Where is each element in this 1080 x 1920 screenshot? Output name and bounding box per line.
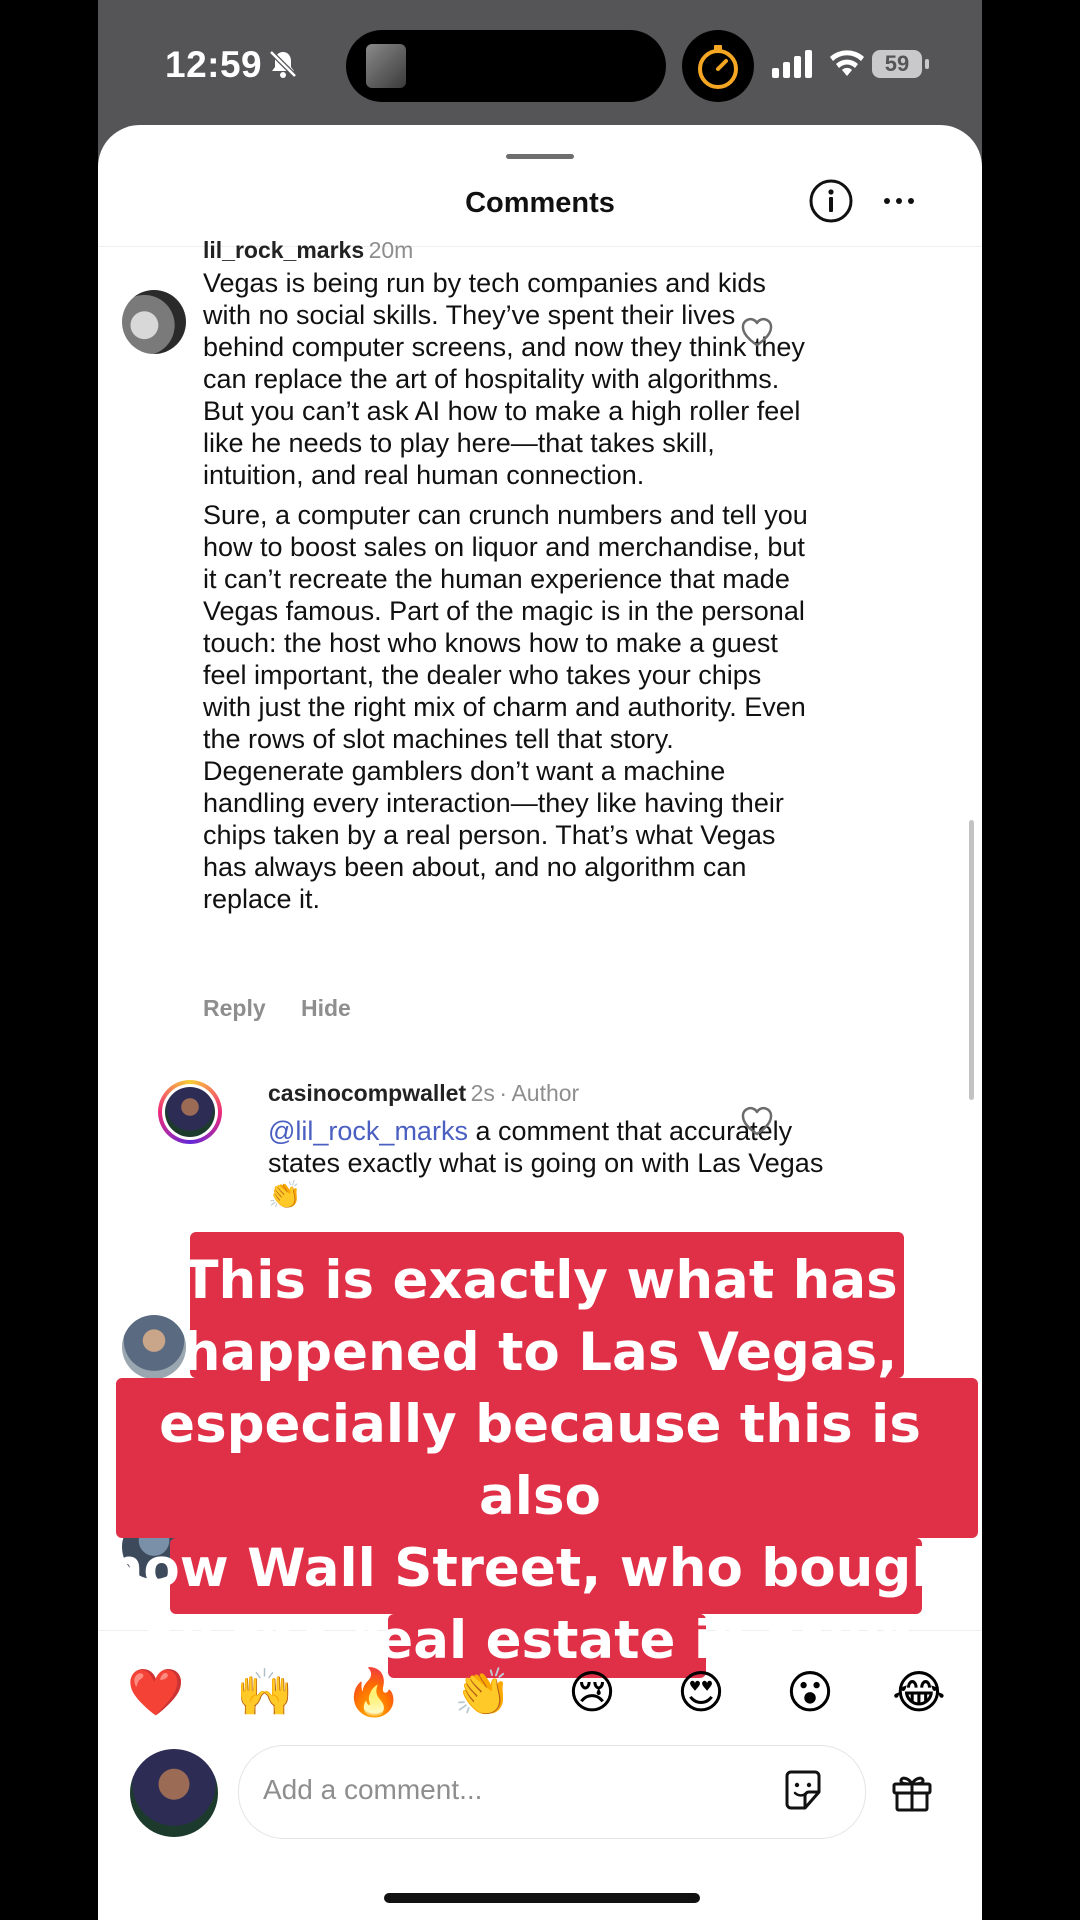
comment-line: has always been about, and no algorithm … bbox=[203, 852, 747, 882]
reply-separator: · bbox=[499, 1080, 507, 1106]
comment-line: handling every interaction—they like hav… bbox=[203, 788, 784, 818]
reaction-raised-hands[interactable]: 🙌 bbox=[233, 1660, 297, 1724]
author-avatar[interactable] bbox=[158, 1080, 222, 1144]
comment-body: Vegas is being run by tech companies and… bbox=[203, 267, 903, 915]
quick-reactions-bar: ❤️ 🙌 🔥 👏 😢 😍 😮 😂 bbox=[98, 1660, 982, 1724]
wifi-icon bbox=[830, 50, 864, 76]
caption-line: especially because this is also bbox=[159, 1394, 921, 1527]
comment-line: behind computer screens, and now they th… bbox=[203, 332, 805, 362]
heart-icon[interactable] bbox=[740, 1105, 774, 1137]
reaction-crying[interactable]: 😢 bbox=[560, 1660, 624, 1724]
caption-line: This is exactly what has bbox=[182, 1250, 898, 1311]
comment-line: chips taken by a real person. That’s wha… bbox=[203, 820, 776, 850]
stopwatch-icon bbox=[698, 45, 738, 89]
comment-line: with no social skills. They’ve spent the… bbox=[203, 300, 736, 330]
video-thumbnail bbox=[366, 44, 406, 88]
dynamic-island bbox=[346, 30, 666, 102]
current-user-avatar bbox=[130, 1749, 218, 1837]
comment-line: it can’t recreate the human experience t… bbox=[203, 564, 790, 594]
scrollbar[interactable] bbox=[969, 820, 974, 1100]
comment-line: the rows of slot machines tell that stor… bbox=[203, 724, 674, 754]
reaction-laughing[interactable]: 😂 bbox=[887, 1660, 951, 1724]
author-badge: Author bbox=[511, 1080, 580, 1106]
comment-header: lil_rock_marks 20m bbox=[203, 237, 413, 264]
reply-username[interactable]: casinocompwallet bbox=[268, 1080, 466, 1106]
sheet-grabber[interactable] bbox=[506, 154, 574, 159]
reaction-heart-eyes[interactable]: 😍 bbox=[669, 1660, 733, 1724]
bell-muted-icon bbox=[269, 50, 297, 78]
comment-line: replace it. bbox=[203, 884, 321, 914]
mention-link[interactable]: @lil_rock_marks bbox=[268, 1116, 468, 1146]
reaction-surprised[interactable]: 😮 bbox=[778, 1660, 842, 1724]
comment-line: intuition, and real human connection. bbox=[203, 460, 645, 490]
comment-paragraph-1: Vegas is being run by tech companies and… bbox=[203, 267, 903, 491]
reaction-clap[interactable]: 👏 bbox=[451, 1660, 515, 1724]
comment-username[interactable]: lil_rock_marks bbox=[203, 237, 364, 263]
avatar[interactable] bbox=[122, 290, 186, 354]
reaction-heart[interactable]: ❤️ bbox=[124, 1660, 188, 1724]
status-time: 12:59 bbox=[165, 44, 263, 85]
gift-icon[interactable] bbox=[888, 1767, 936, 1815]
comment-input[interactable]: Add a comment... bbox=[238, 1745, 866, 1839]
battery-tip bbox=[925, 59, 929, 69]
more-icon[interactable] bbox=[882, 187, 916, 215]
comment-line: Degenerate gamblers don’t want a machine bbox=[203, 756, 726, 786]
heart-icon[interactable] bbox=[740, 316, 774, 348]
hide-replies-button[interactable]: Hide bbox=[301, 995, 351, 1022]
comment-input-placeholder: Add a comment... bbox=[263, 1774, 483, 1805]
comment-line: how to boost sales on liquor and merchan… bbox=[203, 532, 805, 562]
reply-text: states exactly what is going on with Las… bbox=[268, 1148, 824, 1178]
reaction-fire[interactable]: 🔥 bbox=[342, 1660, 406, 1724]
comment-line: But you can’t ask AI how to make a high … bbox=[203, 396, 801, 426]
comment-composer: Add a comment... bbox=[98, 1745, 982, 1845]
timer-island bbox=[682, 30, 754, 102]
comment-line: Vegas is being run by tech companies and… bbox=[203, 268, 766, 298]
reply-button[interactable]: Reply bbox=[203, 995, 266, 1022]
battery-level: 59 bbox=[872, 50, 922, 78]
comment-line: with just the right mix of charm and aut… bbox=[203, 692, 806, 722]
comment-line: Vegas famous. Part of the magic is in th… bbox=[203, 596, 805, 626]
reply-emoji: 👏 bbox=[268, 1180, 302, 1210]
caption-line: how Wall Street, who bought bbox=[105, 1538, 975, 1599]
comment-line: can replace the art of hospitality with … bbox=[203, 364, 780, 394]
reply-header: casinocompwallet 2s · Author bbox=[268, 1080, 579, 1107]
comment-line: Sure, a computer can crunch numbers and … bbox=[203, 500, 808, 530]
comment-line: feel important, the dealer who takes you… bbox=[203, 660, 762, 690]
comment-time: 20m bbox=[368, 237, 414, 263]
sticker-icon[interactable] bbox=[779, 1766, 827, 1814]
comment-line: like he needs to play here—that takes sk… bbox=[203, 428, 715, 458]
reply-time: 2s bbox=[470, 1080, 495, 1106]
caption-line: happened to Las Vegas, bbox=[182, 1322, 898, 1383]
comment-paragraph-2: Sure, a computer can crunch numbers and … bbox=[203, 499, 903, 915]
reply-body: @lil_rock_marks a comment that accuratel… bbox=[268, 1115, 908, 1211]
info-icon[interactable] bbox=[808, 178, 854, 224]
cellular-signal-icon bbox=[772, 50, 812, 78]
comment-line: touch: the host who knows how to make a … bbox=[203, 628, 778, 658]
home-indicator[interactable] bbox=[384, 1893, 700, 1903]
